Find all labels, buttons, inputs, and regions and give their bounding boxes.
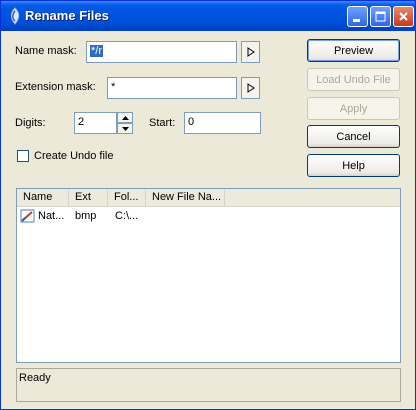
start-value: 0 [188,116,195,128]
digits-value: 2 [78,116,85,128]
start-input[interactable]: 0 [184,112,261,134]
arrow-right-icon [247,47,255,57]
name-mask-label: Name mask: [15,45,77,57]
chevron-down-icon [121,126,129,131]
create-undo-label[interactable]: Create Undo file [34,150,114,162]
minimize-icon [353,19,360,22]
column-header-new-file-name[interactable]: New File Na... [146,189,225,206]
digits-label: Digits: [15,117,46,129]
extension-mask-input[interactable]: * [107,77,237,99]
title-bar[interactable]: Rename Files [1,1,415,31]
apply-button-label: Apply [339,102,368,115]
cancel-button-label: Cancel [336,130,371,143]
maximize-button[interactable] [370,6,391,27]
help-button[interactable]: Help [307,154,400,177]
preview-button-label: Preview [333,44,374,57]
spin-up-button[interactable] [117,112,133,123]
column-header-ext[interactable]: Ext [69,189,108,206]
chevron-up-icon [121,115,129,120]
column-header-folder[interactable]: Fol... [108,189,146,206]
table-row[interactable]: Nat... bmp C:\... [17,208,400,224]
apply-button[interactable]: Apply [307,97,400,120]
name-mask-input[interactable]: */r [86,41,237,63]
close-icon [399,12,408,21]
status-bar: Ready [16,368,401,402]
digits-input[interactable]: 2 [74,112,117,134]
column-header-name[interactable]: Name [17,189,69,206]
close-button[interactable] [393,6,414,27]
file-name-cell: Nat... [38,210,65,222]
minimize-button[interactable] [347,6,368,27]
spin-down-button[interactable] [117,123,133,134]
create-undo-checkbox[interactable] [17,150,29,162]
status-text: Ready [19,372,51,384]
name-mask-value: */r [90,45,103,57]
load-undo-file-button[interactable]: Load Undo File [307,68,400,91]
app-icon [7,7,23,25]
file-icon [20,208,36,227]
arrow-right-icon [247,83,255,93]
digits-spinner[interactable] [117,112,133,134]
file-ext-cell: bmp [75,210,97,222]
cancel-button[interactable]: Cancel [307,125,400,148]
list-header: Name Ext Fol... New File Na... [17,189,400,207]
load-undo-file-button-label: Load Undo File [316,73,391,86]
rename-files-window: Rename Files Name mask: */r Extension ma… [0,0,416,410]
name-mask-insert-button[interactable] [241,41,260,63]
file-folder-cell: C:\... [115,210,139,222]
file-list[interactable]: Name Ext Fol... New File Na... Nat... bm… [16,188,401,363]
preview-button[interactable]: Preview [307,39,400,62]
help-button-label: Help [342,159,365,172]
extension-mask-insert-button[interactable] [241,77,260,99]
start-label: Start: [149,117,176,129]
window-title: Rename Files [25,8,109,23]
extension-mask-value: * [111,81,116,93]
maximize-icon [375,11,386,22]
extension-mask-label: Extension mask: [15,81,96,93]
